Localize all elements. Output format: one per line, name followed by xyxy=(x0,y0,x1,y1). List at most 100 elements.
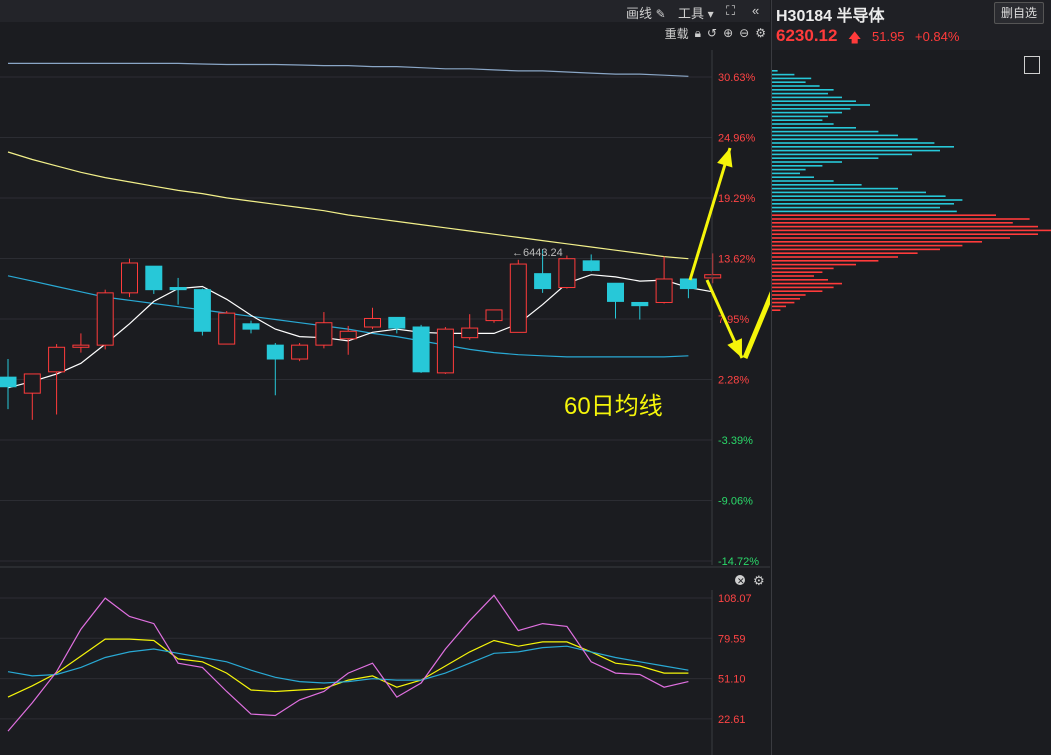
volume-profile-bar xyxy=(772,73,795,76)
volume-profile-bar xyxy=(772,127,856,129)
y-tick-label: 2.28% xyxy=(718,375,749,387)
ma60-annotation: 60日均线 xyxy=(564,393,663,420)
volume-profile-bar xyxy=(772,123,834,125)
volume-profile-bar xyxy=(772,225,1038,228)
candle-body xyxy=(679,278,697,290)
kdj-j-line xyxy=(7,594,689,732)
volume-profile-bar xyxy=(772,115,828,118)
volume-profile-bar xyxy=(772,77,812,80)
chart-area[interactable]: 画线 ✎ 工具 ▾ ⛶ « 重载 🔒︎ ↺ ⊕ ⊖ ⚙ 30.63% 24.96%… xyxy=(0,0,770,755)
volume-profile-bar xyxy=(772,161,842,163)
candle-body xyxy=(72,344,90,348)
volume-profile-bar xyxy=(772,172,800,175)
candle-body xyxy=(96,292,114,346)
volume-profile-bar xyxy=(772,218,1030,220)
candle-body xyxy=(169,287,187,291)
y-tick-label: 24.96% xyxy=(718,133,756,145)
volume-profile-bar xyxy=(772,191,926,194)
volume-profile-bar xyxy=(772,210,957,213)
ma-long-line xyxy=(7,151,689,260)
candle-body xyxy=(315,322,333,346)
y-tick-label: 30.63% xyxy=(718,72,756,84)
volume-profile-bar xyxy=(772,104,870,106)
volume-profile-bar xyxy=(772,309,781,311)
volume-profile-bar xyxy=(772,142,935,144)
volume-profile-bar xyxy=(772,271,823,273)
panel-settings-icon[interactable]: ⚙ xyxy=(753,573,765,588)
volume-profile-bar xyxy=(772,282,842,285)
candle-body xyxy=(388,316,406,329)
volume-profile-bar xyxy=(772,267,834,270)
volume-profile-bar xyxy=(772,279,828,281)
volume-profile-bar xyxy=(772,70,778,72)
kdj-y-tick-label: 22.61 xyxy=(718,714,746,726)
volume-profile-bar xyxy=(772,237,1010,239)
y-tick-label: -3.39% xyxy=(718,435,753,447)
kdj-panel-controls: ✕ ⚙ xyxy=(735,573,765,588)
y-tick-label: -9.06% xyxy=(718,496,753,508)
volume-profile-bar xyxy=(772,89,834,91)
volume-profile-bar xyxy=(772,81,806,83)
kdj-y-tick-label: 108.07 xyxy=(718,593,752,605)
kdj-d-line xyxy=(7,645,689,684)
volume-profile-bar xyxy=(772,199,963,201)
volume-profile-bar xyxy=(772,244,963,247)
candle-body xyxy=(534,273,552,290)
volume-profile-bar xyxy=(772,180,834,182)
volume-profile-bar xyxy=(772,168,806,171)
candle-body xyxy=(558,258,576,289)
high-price-marker: ←6443.24 xyxy=(512,247,563,259)
candle-body xyxy=(412,326,430,373)
candle-body xyxy=(218,312,236,345)
candle-body xyxy=(485,309,503,322)
volume-profile-bar xyxy=(772,222,1013,224)
volume-profile-bar xyxy=(772,96,842,99)
volume-profile-bar xyxy=(772,119,823,121)
volume-profile-bar xyxy=(772,153,912,156)
arrow-up-left-head xyxy=(717,148,733,168)
volume-profile-bar xyxy=(772,165,823,167)
volume-profile-bar xyxy=(772,203,954,205)
volume-profile-bar xyxy=(772,260,879,262)
candle-body xyxy=(193,289,211,332)
candle-body xyxy=(607,282,624,302)
volume-profile-bar xyxy=(772,298,800,300)
candle-body xyxy=(509,263,527,333)
price-chart-svg: 30.63%24.96%19.29%13.62%7.95%2.28%-3.39%… xyxy=(0,50,770,755)
volume-profile-bar xyxy=(772,241,982,243)
candle-body xyxy=(121,262,138,294)
candle-body xyxy=(655,278,673,303)
volume-profile-bar xyxy=(772,130,879,133)
volume-profile-bar xyxy=(772,252,918,254)
y-tick-label: 13.62% xyxy=(718,254,756,266)
volume-profile-bar xyxy=(772,275,814,277)
close-x-glyph: ✕ xyxy=(737,576,745,586)
volume-profile-bar xyxy=(772,195,946,197)
candle-body xyxy=(23,373,41,394)
volume-profile-bar xyxy=(772,229,1051,232)
volume-profile-bar xyxy=(772,233,1038,235)
volume-profile-bar xyxy=(772,290,823,292)
candle-body xyxy=(364,317,381,328)
volume-profile-bar xyxy=(772,187,898,190)
candle-body xyxy=(704,274,722,279)
volume-profile-svg xyxy=(772,70,1051,311)
volume-profile-bar xyxy=(772,305,786,308)
volume-profile-bar xyxy=(772,286,834,289)
volume-profile-bar xyxy=(772,108,851,110)
volume-profile-bar xyxy=(772,214,996,216)
candle-body xyxy=(436,328,454,374)
volume-profile-bar xyxy=(772,134,898,137)
volume-profile-bar xyxy=(772,294,806,296)
volume-profile-bar xyxy=(772,138,918,140)
candle-body xyxy=(631,301,649,307)
kdj-y-tick-label: 79.59 xyxy=(718,633,746,645)
ma-top-line xyxy=(8,62,689,77)
y-tick-label: 19.29% xyxy=(718,193,756,205)
candle-body xyxy=(48,346,66,373)
candle-body xyxy=(582,260,600,271)
volume-profile-bar xyxy=(772,176,814,178)
volume-profile-bar xyxy=(772,111,842,114)
candle-body xyxy=(145,265,163,291)
volume-profile-bar xyxy=(772,149,940,152)
